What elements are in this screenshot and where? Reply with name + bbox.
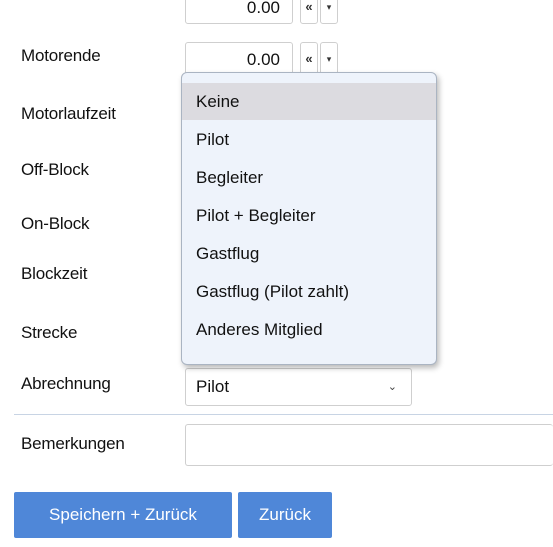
motorende-copy-button[interactable]: « xyxy=(300,42,318,76)
dropdown-option-keine[interactable]: Keine xyxy=(182,83,436,120)
dropdown-option-gastflug[interactable]: Gastflug xyxy=(182,235,436,272)
prev-copy-button[interactable]: « xyxy=(300,0,318,24)
motorende-label: Motorende xyxy=(21,46,101,65)
dropdown-option-gastflug-pilot-zahlt[interactable]: Gastflug (Pilot zahlt) xyxy=(182,273,436,310)
motorende-caret-icon[interactable]: ▾ xyxy=(320,42,338,76)
dropdown-option-begleiter[interactable]: Begleiter xyxy=(182,159,436,196)
save-and-back-button[interactable]: Speichern + Zurück xyxy=(14,492,232,538)
bemerkungen-label: Bemerkungen xyxy=(21,434,125,453)
abrechnung-select[interactable]: Pilot ⌄ xyxy=(185,368,412,406)
dropdown-option-pilot[interactable]: Pilot xyxy=(182,121,436,158)
blockzeit-label: Blockzeit xyxy=(21,264,88,283)
prev-caret-icon[interactable]: ▾ xyxy=(320,0,338,24)
chevron-down-icon: ⌄ xyxy=(387,381,397,393)
abrechnung-selected-value: Pilot xyxy=(196,377,230,396)
dropdown-option-pilot-begleiter[interactable]: Pilot + Begleiter xyxy=(182,197,436,234)
back-button[interactable]: Zurück xyxy=(238,492,332,538)
motorlaufzeit-label: Motorlaufzeit xyxy=(21,104,116,123)
strecke-label: Strecke xyxy=(21,323,78,342)
bemerkungen-field[interactable] xyxy=(185,424,553,466)
prev-number-field[interactable]: 0.00 xyxy=(185,0,293,24)
onblock-label: On-Block xyxy=(21,214,90,233)
motorende-field[interactable]: 0.00 xyxy=(185,42,293,76)
dropdown-option-anderes-mitglied[interactable]: Anderes Mitglied xyxy=(182,311,436,348)
divider xyxy=(14,414,553,415)
abrechnung-dropdown-list: Keine Pilot Begleiter Pilot + Begleiter … xyxy=(181,72,437,365)
offblock-label: Off-Block xyxy=(21,160,89,179)
abrechnung-label: Abrechnung xyxy=(21,374,111,393)
